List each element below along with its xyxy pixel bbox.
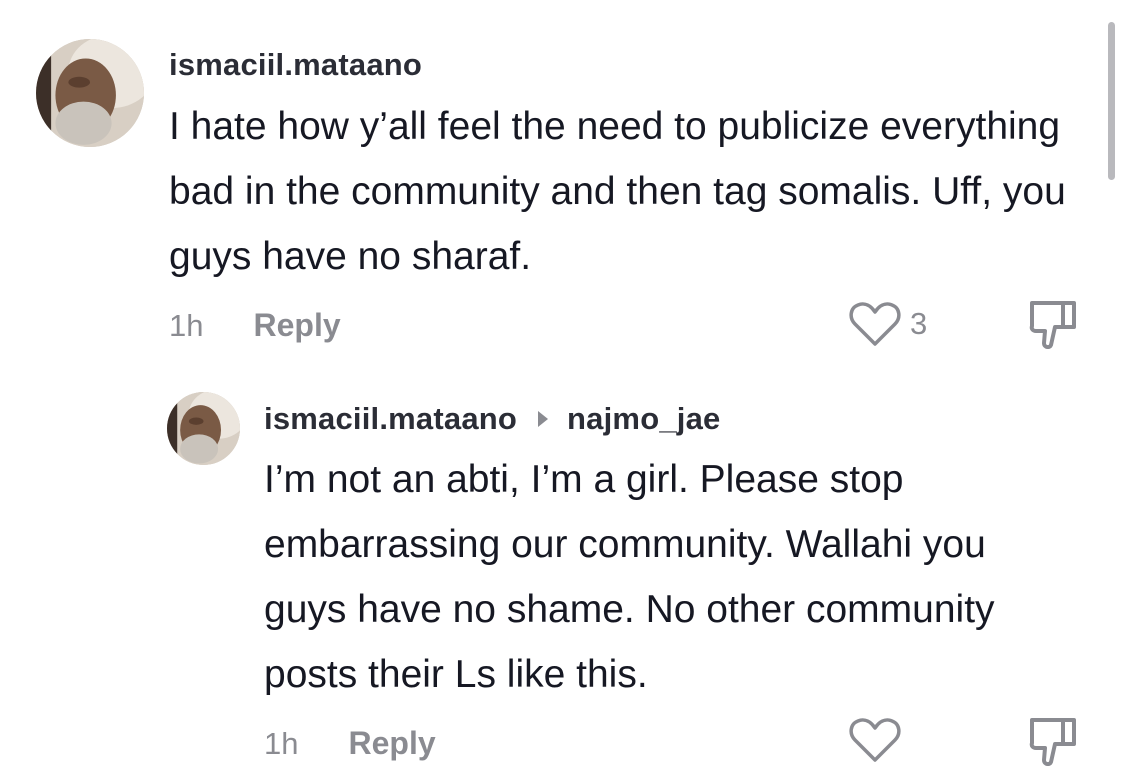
avatar-image [167,392,240,465]
thumbs-down-outline-icon [1029,301,1076,350]
comment-time: 1h [169,307,204,343]
reply-username[interactable]: ismaciil.mataano [264,401,517,437]
avatar-image [36,39,144,147]
comment-meta: 1h Reply [169,307,341,344]
reply-button[interactable]: Reply [253,307,340,344]
reply-time: 1h [264,725,299,761]
like-count: 3 [910,306,928,341]
avatar[interactable] [36,39,144,147]
like-button[interactable]: 3 [848,300,927,348]
reply-to-username[interactable]: najmo_jae [567,401,720,437]
reply-text: I’m not an abti, I’m a girl. Please stop… [264,458,995,696]
reply-dislike-button[interactable] [1027,714,1079,768]
heart-outline-icon [849,302,901,346]
triangle-right-icon [538,411,549,427]
dislike-button[interactable] [1027,297,1079,351]
reply-header: ismaciil.mataano najmo_jae [264,401,720,437]
reply-meta: 1h Reply [264,725,436,762]
comment-text: I hate how y’all feel the need to public… [169,105,1066,278]
comment-username[interactable]: ismaciil.mataano [169,47,422,83]
reply-avatar[interactable] [167,392,240,465]
heart-outline-icon [849,718,901,762]
reply-like-button[interactable] [848,716,902,764]
reply-button[interactable]: Reply [348,725,435,762]
scrollbar[interactable] [1108,22,1115,180]
thumbs-down-outline-icon [1029,718,1076,767]
